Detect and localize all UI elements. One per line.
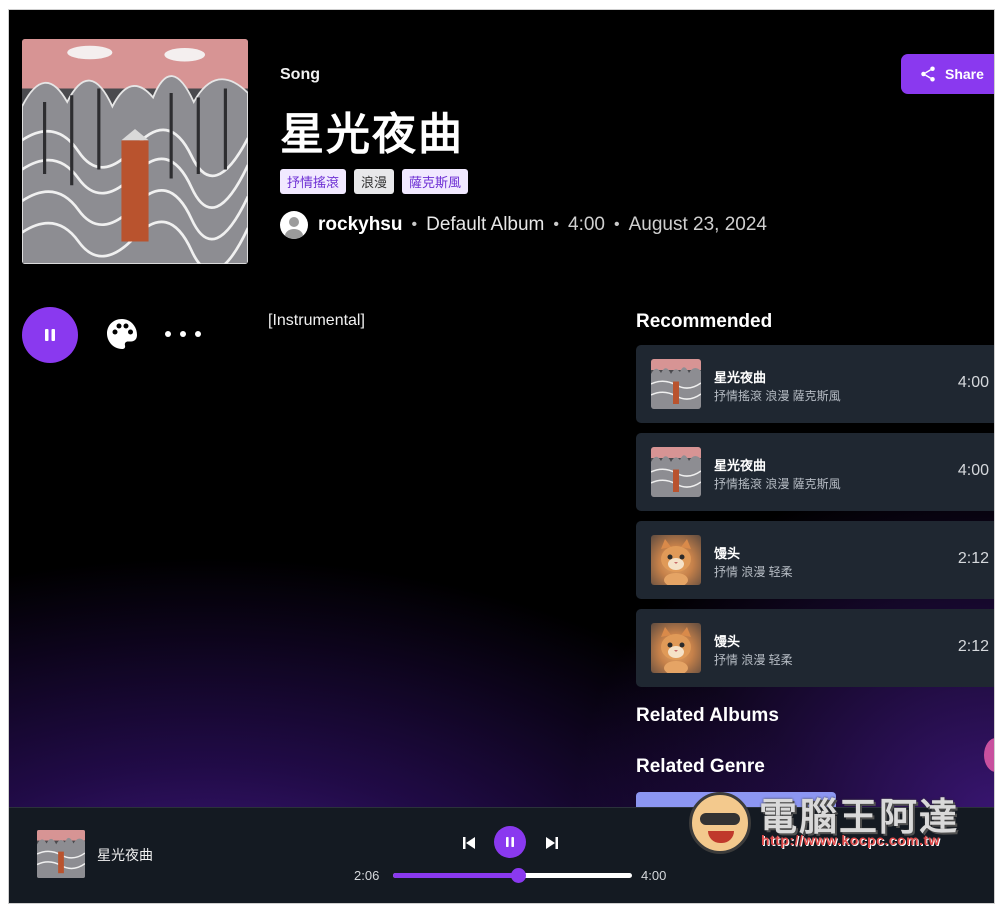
previous-track-button[interactable] — [461, 835, 477, 856]
skip-forward-icon — [546, 837, 558, 849]
separator-dot: • — [553, 216, 559, 233]
progress-handle[interactable] — [511, 868, 527, 883]
recommended-thumb — [651, 535, 701, 585]
song-page: Song 星光夜曲 抒情搖滾 浪漫 薩克斯風 rockyhsu • Defaul… — [8, 9, 995, 904]
watermark-url: http://www.kocpc.com.tw — [761, 832, 940, 848]
progress-slider[interactable] — [393, 868, 632, 883]
recommended-title: 星光夜曲 — [714, 370, 767, 385]
recommended-item[interactable]: 星光夜曲 抒情搖滾 浪漫 薩克斯風 4:00 — [636, 433, 994, 511]
recommended-item[interactable]: 馒头 抒情 浪漫 轻柔 2:12 — [636, 521, 994, 599]
more-options-button[interactable] — [165, 323, 201, 345]
recommended-duration: 4:00 — [957, 462, 989, 479]
share-icon — [921, 66, 935, 82]
separator-dot: • — [613, 216, 620, 233]
recommended-duration: 2:12 — [957, 550, 989, 567]
recommended-duration: 2:12 — [957, 638, 989, 655]
content-type-label: Song — [280, 66, 320, 83]
player-pause-button[interactable] — [494, 826, 526, 858]
tag-chip[interactable]: 抒情搖滾 — [280, 169, 347, 194]
total-time: 4:00 — [641, 868, 667, 883]
pause-icon — [45, 329, 55, 341]
recommended-item[interactable]: 星光夜曲 抒情搖滾 浪漫 薩克斯風 4:00 — [636, 345, 994, 423]
pause-icon — [506, 837, 514, 847]
recommended-title: 馒头 — [714, 546, 741, 561]
progress-fill — [393, 873, 519, 878]
genre-tags: 抒情搖滾 浪漫 薩克斯風 — [280, 169, 469, 194]
watermark: 電腦王阿達 http://www.kocpc.com.tw — [689, 780, 979, 860]
skip-back-icon — [463, 837, 475, 849]
lyrics-text: [Instrumental] — [268, 312, 365, 329]
recommended-tags: 抒情 浪漫 轻柔 — [714, 653, 793, 667]
related-genre-heading: Related Genre — [636, 756, 765, 777]
floating-badge[interactable] — [984, 738, 994, 772]
palette-icon[interactable] — [105, 317, 139, 351]
separator-dot: • — [411, 216, 418, 233]
album-link[interactable]: Default Album — [426, 214, 544, 236]
song-duration: 4:00 — [568, 214, 605, 235]
artist-link[interactable]: rockyhsu — [318, 214, 402, 236]
current-time: 2:06 — [354, 868, 380, 883]
tag-chip[interactable]: 薩克斯風 — [402, 169, 469, 194]
recommended-tags: 抒情搖滾 浪漫 薩克斯風 — [714, 389, 841, 403]
recommended-title: 星光夜曲 — [714, 458, 767, 473]
mascot-icon — [689, 792, 751, 854]
song-title: 星光夜曲 — [280, 110, 464, 159]
recommended-thumb — [651, 447, 701, 497]
recommended-heading: Recommended — [636, 311, 773, 332]
recommended-thumb — [651, 359, 701, 409]
more-icon — [165, 331, 171, 337]
recommended-tags: 抒情 浪漫 轻柔 — [714, 565, 793, 579]
recommended-duration: 4:00 — [957, 374, 989, 391]
avatar[interactable] — [280, 211, 308, 239]
recommended-thumb — [651, 623, 701, 673]
recommended-title: 馒头 — [714, 634, 741, 649]
share-label: Share — [945, 66, 984, 82]
song-cover-art — [22, 39, 248, 264]
recommended-item[interactable]: 馒头 抒情 浪漫 轻柔 2:12 — [636, 609, 994, 687]
recommended-tags: 抒情搖滾 浪漫 薩克斯風 — [714, 477, 841, 491]
related-albums-heading: Related Albums — [636, 705, 779, 726]
play-pause-button[interactable] — [22, 307, 78, 363]
song-meta: rockyhsu • Default Album • 4:00 • August… — [280, 210, 767, 240]
tag-chip[interactable]: 浪漫 — [354, 169, 395, 194]
now-playing-art — [37, 830, 85, 878]
now-playing-title: 星光夜曲 — [97, 847, 153, 863]
share-button[interactable]: Share — [901, 54, 994, 94]
release-date: August 23, 2024 — [628, 214, 767, 235]
next-track-button[interactable] — [544, 835, 560, 856]
